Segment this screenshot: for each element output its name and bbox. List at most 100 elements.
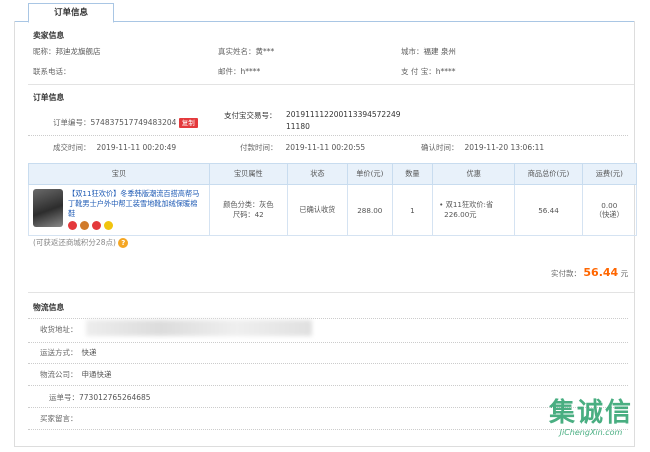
seller-phone-row: 联系电话： [33,66,71,77]
pay-amount: 56.44 [583,266,619,279]
seller-realname-row: 真实姓名：黄*** [218,46,274,57]
city-label: 城市： [401,47,424,56]
payment-total: 实付款： 56.44 元 [551,266,628,279]
order-items-table: 宝贝 宝贝属性 状态 单价(元) 数量 优惠 商品总价(元) 运费(元) 【双1… [28,163,638,236]
col-header-discount: 优惠 [432,163,516,185]
order-number-row: 订单编号：574837517749483204 复制 [53,117,198,128]
orange-medal-icon [80,220,89,230]
col-header-qty: 数量 [391,163,434,185]
phone-label: 联系电话： [33,67,71,76]
divider [28,135,628,136]
points-note-text: (可获返还商城积分28点) [33,238,116,247]
discount-line-2: 226.00元 [444,210,477,219]
nickname-value: 邦迪龙旗舰店 [55,47,101,56]
divider [28,385,628,386]
paid-time-row: 付款时间： 2019-11-11 00:20:55 [240,142,365,153]
method-value: 快递 [81,348,97,357]
city-value: 福建 泉州 [423,47,456,56]
shipping-method-row: 运送方式： 快递 [40,347,97,358]
alipay-trade-value-1: 201911112200113394572249 [286,110,401,119]
seller-alipay-row: 支 付 宝：h**** [401,66,456,77]
attr-size: 尺码：42 [233,210,264,219]
redacted-address [86,320,312,336]
carrier-value: 申通快递 [81,370,112,379]
attr-cell: 颜色分类：灰色 尺码：42 [208,184,288,236]
nickname-label: 昵称： [33,47,56,56]
discount-cell: • 双11狂欢价:省 226.00元 [432,184,516,236]
tracking-label: 运单号： [49,393,79,402]
watermark-logo: 集诚信 JiChengXin.com [535,398,647,437]
divider [28,363,628,364]
tracking-row: 运单号：773012765264685 [49,392,151,403]
divider [28,342,628,343]
buyer-note-row: 买家留言： [40,413,78,424]
col-header-shipping: 运费(元) [581,163,638,185]
seller-city-row: 城市：福建 泉州 [401,46,456,57]
shipping-method: （快递） [594,209,624,219]
alipay-trade-label: 支付宝交易号： [224,111,277,120]
paid-value: 2019-11-11 00:20:55 [285,143,366,152]
help-icon[interactable]: ? [118,238,129,248]
shipping-fee: 0.00 [601,200,618,210]
item-cell: 【双11狂欢价】冬季韩版潮流百搭高帮马丁靴男士户外中帮工装雪地靴加绒保暖棉鞋 [28,184,210,236]
divider [28,292,634,293]
points-note: (可获返还商城积分28点) ? [33,237,129,248]
service-icons [68,220,200,232]
seller-nickname-row: 昵称：邦迪龙旗舰店 [33,46,101,57]
realname-label: 真实姓名： [218,47,256,56]
watermark-url: JiChengXin.com [559,428,623,437]
col-header-item: 宝贝 [28,163,210,185]
divider [28,318,628,319]
table-row: 【双11狂欢价】冬季韩版潮流百搭高帮马丁靴男士户外中帮工装雪地靴加绒保暖棉鞋 颜… [28,184,638,236]
tab-label: 订单信息 [53,8,88,18]
red-medal-icon [68,220,77,230]
pay-unit: 元 [620,269,629,278]
red-medal-icon [92,220,101,230]
order-number-label: 订单编号： [53,118,91,127]
carrier-row: 物流公司： 申通快递 [40,369,112,380]
col-header-total: 商品总价(元) [514,163,583,185]
created-time-row: 成交时间： 2019-11-11 00:20:49 [53,142,176,153]
col-header-price: 单价(元) [346,163,393,185]
order-number-value: 574837517749483204 [90,118,177,127]
alipay-label: 支 付 宝： [401,67,436,76]
product-thumbnail[interactable] [33,188,63,227]
order-section-title: 订单信息 [33,93,65,102]
logistics-section-title: 物流信息 [33,303,65,312]
price-cell: 288.00 [346,184,393,236]
tab-order-info[interactable]: 订单信息 [28,3,114,23]
qty-cell: 1 [391,184,434,236]
tracking-value: 773012765264685 [79,393,151,402]
email-value: h**** [240,67,261,76]
carrier-label: 物流公司： [40,370,78,379]
product-title-link[interactable]: 【双11狂欢价】冬季韩版潮流百搭高帮马丁靴男士户外中帮工装雪地靴加绒保暖棉鞋 [68,189,200,219]
email-label: 邮件： [218,67,241,76]
shipping-cell: 0.00 （快递） [581,184,638,236]
col-header-status: 状态 [286,163,348,185]
discount-line-1: • 双11狂欢价:省 [439,200,494,209]
copy-order-number-button[interactable]: 复制 [178,118,198,128]
confirm-label: 确认时间： [421,143,459,152]
alipay-value: h**** [435,67,456,76]
address-label: 收货地址： [40,325,78,334]
created-label: 成交时间： [53,143,91,152]
watermark-text: 集诚信 [548,398,633,428]
paid-label: 付款时间： [240,143,278,152]
confirm-time-row: 确认时间： 2019-11-20 13:06:11 [421,142,544,153]
attr-color: 颜色分类：灰色 [223,200,274,209]
status-cell: 已确认收货 [286,184,348,236]
method-label: 运送方式： [40,348,78,357]
seller-email-row: 邮件：h**** [218,66,260,77]
created-value: 2019-11-11 00:20:49 [96,143,177,152]
col-header-attr: 宝贝属性 [208,163,288,185]
divider [28,84,634,85]
confirm-value: 2019-11-20 13:06:11 [464,143,545,152]
realname-value: 黄*** [255,47,275,56]
gold-medal-icon [104,220,113,230]
total-cell: 56.44 [514,184,583,236]
table-header-row: 宝贝 宝贝属性 状态 单价(元) 数量 优惠 商品总价(元) 运费(元) [28,163,638,185]
pay-label: 实付款： [551,269,581,278]
seller-section-title: 卖家信息 [33,31,65,40]
alipay-trade-value-2: 11180 [286,122,310,131]
note-label: 买家留言： [40,414,78,423]
